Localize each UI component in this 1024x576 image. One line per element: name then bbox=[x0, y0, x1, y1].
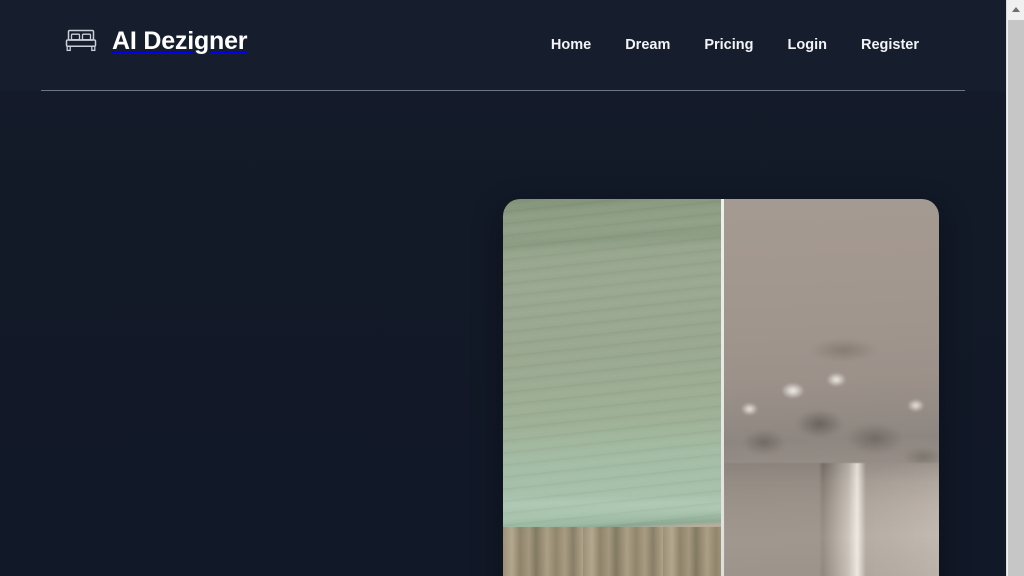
site-header: AI Dezigner Home Dream Pricing Login Reg… bbox=[0, 0, 1006, 91]
scroll-up-button[interactable] bbox=[1007, 0, 1024, 18]
main-navigation: Home Dream Pricing Login Register bbox=[534, 36, 936, 54]
scrollbar-thumb[interactable] bbox=[1008, 20, 1024, 576]
after-image bbox=[724, 199, 939, 576]
nav-link-home[interactable]: Home bbox=[534, 36, 608, 54]
nav-link-login[interactable]: Login bbox=[771, 36, 844, 54]
nav-link-register[interactable]: Register bbox=[844, 36, 936, 54]
scroll-up-arrow-icon bbox=[1012, 6, 1020, 12]
nav-link-pricing[interactable]: Pricing bbox=[687, 36, 770, 54]
brand-logo-link[interactable]: AI Dezigner bbox=[64, 26, 248, 55]
before-image bbox=[503, 199, 721, 576]
nav-link-dream[interactable]: Dream bbox=[608, 36, 687, 54]
bed-icon bbox=[65, 29, 97, 52]
brand-title: AI Dezigner bbox=[112, 26, 248, 55]
browser-viewport: AI Dezigner Home Dream Pricing Login Reg… bbox=[0, 0, 1006, 576]
vertical-scrollbar[interactable] bbox=[1006, 0, 1024, 576]
main-content bbox=[0, 91, 1006, 576]
before-after-preview-card[interactable] bbox=[503, 199, 939, 576]
